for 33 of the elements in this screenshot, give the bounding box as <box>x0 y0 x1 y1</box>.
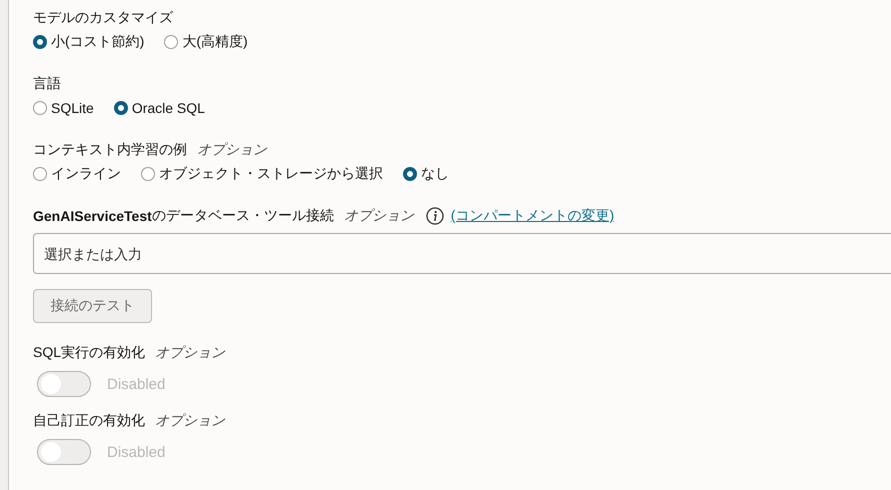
radio-option[interactable]: 大(高精度) <box>164 32 248 52</box>
field-label: GenAIServiceTest <box>33 208 152 224</box>
radio-button[interactable] <box>141 167 155 181</box>
toggle-state-text: Disabled <box>107 444 166 460</box>
radio-option[interactable]: オブジェクト・ストレージから選択 <box>141 164 383 184</box>
field-label: SQL実行の有効化 <box>33 344 146 362</box>
radio-button[interactable] <box>33 101 47 115</box>
radio-option[interactable]: インライン <box>33 164 121 184</box>
field-label: のデータベース・ツール接続 <box>152 207 334 225</box>
field-label: 自己訂正の有効化 <box>33 412 145 430</box>
toggle-switch[interactable] <box>37 439 91 465</box>
radio-option[interactable]: 小(コスト節約) <box>33 32 144 52</box>
radio-option[interactable]: Oracle SQL <box>114 98 205 118</box>
change-compartment-link[interactable]: (コンパートメントの変更) <box>450 207 614 225</box>
field-label: 言語 <box>33 75 61 93</box>
optional-hint: オプション <box>155 412 225 430</box>
radio-button[interactable] <box>33 167 47 181</box>
optional-hint: オプション <box>197 141 267 159</box>
radio-button[interactable] <box>114 101 128 115</box>
radio-button[interactable] <box>164 35 178 49</box>
connection-select-field[interactable]: 選択または入力 <box>33 233 891 274</box>
field-label: モデルのカスタマイズ <box>33 9 173 27</box>
radio-button[interactable] <box>33 35 47 49</box>
test-connection-button[interactable]: 接続のテスト <box>33 289 152 323</box>
radio-option[interactable]: SQLite <box>33 98 94 118</box>
toggle-state-text: Disabled <box>107 376 166 392</box>
toggle-switch[interactable] <box>37 371 91 397</box>
field-label: コンテキスト内学習の例 <box>33 141 187 159</box>
radio-button[interactable] <box>403 167 417 181</box>
info-icon[interactable] <box>426 207 444 225</box>
optional-hint: オプション <box>344 207 414 225</box>
optional-hint: オプション <box>155 344 226 362</box>
radio-option[interactable]: なし <box>403 164 449 184</box>
